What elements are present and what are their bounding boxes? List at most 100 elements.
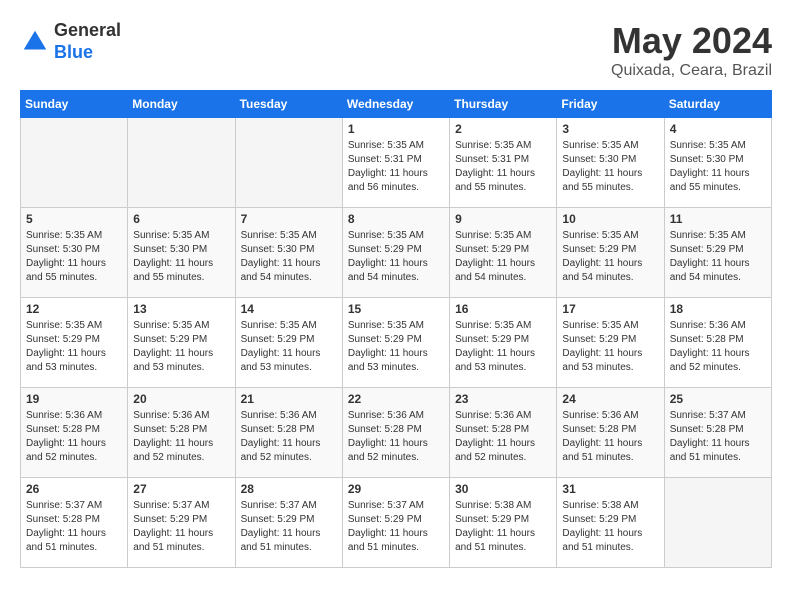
day-number: 18 — [670, 302, 766, 316]
calendar-cell: 10 Sunrise: 5:35 AMSunset: 5:29 PMDayligh… — [557, 208, 664, 298]
calendar: SundayMondayTuesdayWednesdayThursdayFrid… — [20, 90, 772, 568]
calendar-cell: 30 Sunrise: 5:38 AMSunset: 5:29 PMDayligh… — [450, 478, 557, 568]
day-info: Sunrise: 5:35 AMSunset: 5:29 PMDaylight:… — [455, 229, 551, 285]
header-tuesday: Tuesday — [235, 91, 342, 118]
calendar-cell: 17Sunrise: 5:35 AMSunset: 5:29 PMDayligh… — [557, 298, 664, 388]
calendar-cell: 7 Sunrise: 5:35 AMSunset: 5:30 PMDaylight… — [235, 208, 342, 298]
calendar-cell: 5Sunrise: 5:35 AMSunset: 5:30 PMDaylight… — [21, 208, 128, 298]
day-number: 26 — [26, 482, 122, 496]
day-number: 30 — [455, 482, 551, 496]
calendar-cell: 21 Sunrise: 5:36 AMSunset: 5:28 PMDayligh… — [235, 388, 342, 478]
calendar-cell: 26Sunrise: 5:37 AMSunset: 5:28 PMDayligh… — [21, 478, 128, 568]
day-number: 20 — [133, 392, 229, 406]
calendar-cell: 8 Sunrise: 5:35 AMSunset: 5:29 PMDaylight… — [342, 208, 449, 298]
day-info: Sunrise: 5:35 AMSunset: 5:29 PMDaylight:… — [562, 229, 658, 285]
logo: General Blue — [20, 20, 121, 63]
day-number: 7 — [241, 212, 337, 226]
day-number: 16 — [455, 302, 551, 316]
calendar-week-4: 19 Sunrise: 5:36 AMSunset: 5:28 PMDayligh… — [21, 388, 772, 478]
day-number: 1 — [348, 122, 444, 136]
calendar-week-1: 1 Sunrise: 5:35 AMSunset: 5:31 PMDaylight… — [21, 118, 772, 208]
calendar-cell: 11 Sunrise: 5:35 AMSunset: 5:29 PMDayligh… — [664, 208, 771, 298]
calendar-cell: 16 Sunrise: 5:35 AMSunset: 5:29 PMDayligh… — [450, 298, 557, 388]
day-info: Sunrise: 5:36 AMSunset: 5:28 PMDaylight:… — [455, 409, 551, 465]
calendar-week-3: 12 Sunrise: 5:35 AMSunset: 5:29 PMDayligh… — [21, 298, 772, 388]
calendar-cell: 22 Sunrise: 5:36 AMSunset: 5:28 PMDayligh… — [342, 388, 449, 478]
day-info: Sunrise: 5:35 AMSunset: 5:30 PMDaylight:… — [670, 139, 766, 195]
day-info: Sunrise: 5:35 AMSunset: 5:30 PMDaylight:… — [26, 229, 122, 285]
day-info: Sunrise: 5:36 AMSunset: 5:28 PMDaylight:… — [133, 409, 229, 465]
day-info: Sunrise: 5:35 AMSunset: 5:30 PMDaylight:… — [241, 229, 337, 285]
day-info: Sunrise: 5:38 AMSunset: 5:29 PMDaylight:… — [455, 499, 551, 555]
calendar-cell: 2 Sunrise: 5:35 AMSunset: 5:31 PMDaylight… — [450, 118, 557, 208]
header-friday: Friday — [557, 91, 664, 118]
day-info: Sunrise: 5:35 AMSunset: 5:29 PMDaylight:… — [348, 319, 444, 375]
calendar-week-5: 26Sunrise: 5:37 AMSunset: 5:28 PMDayligh… — [21, 478, 772, 568]
day-info: Sunrise: 5:35 AMSunset: 5:30 PMDaylight:… — [133, 229, 229, 285]
day-info: Sunrise: 5:36 AMSunset: 5:28 PMDaylight:… — [670, 319, 766, 375]
day-number: 11 — [670, 212, 766, 226]
page-header: General Blue May 2024 Quixada, Ceara, Br… — [20, 20, 772, 80]
day-number: 28 — [241, 482, 337, 496]
calendar-cell: 14 Sunrise: 5:35 AMSunset: 5:29 PMDayligh… — [235, 298, 342, 388]
calendar-cell: 20 Sunrise: 5:36 AMSunset: 5:28 PMDayligh… — [128, 388, 235, 478]
day-number: 12 — [26, 302, 122, 316]
calendar-week-2: 5Sunrise: 5:35 AMSunset: 5:30 PMDaylight… — [21, 208, 772, 298]
day-number: 31 — [562, 482, 658, 496]
logo-icon — [20, 27, 50, 57]
day-info: Sunrise: 5:35 AMSunset: 5:29 PMDaylight:… — [455, 319, 551, 375]
day-info: Sunrise: 5:35 AMSunset: 5:31 PMDaylight:… — [348, 139, 444, 195]
logo-blue: Blue — [54, 42, 121, 64]
day-info: Sunrise: 5:36 AMSunset: 5:28 PMDaylight:… — [26, 409, 122, 465]
calendar-cell: 18 Sunrise: 5:36 AMSunset: 5:28 PMDayligh… — [664, 298, 771, 388]
header-saturday: Saturday — [664, 91, 771, 118]
calendar-cell — [664, 478, 771, 568]
day-number: 6 — [133, 212, 229, 226]
day-number: 14 — [241, 302, 337, 316]
calendar-cell: 4Sunrise: 5:35 AMSunset: 5:30 PMDaylight… — [664, 118, 771, 208]
day-number: 10 — [562, 212, 658, 226]
day-number: 13 — [133, 302, 229, 316]
day-number: 27 — [133, 482, 229, 496]
day-info: Sunrise: 5:37 AMSunset: 5:29 PMDaylight:… — [241, 499, 337, 555]
calendar-cell: 9 Sunrise: 5:35 AMSunset: 5:29 PMDaylight… — [450, 208, 557, 298]
day-number: 21 — [241, 392, 337, 406]
calendar-cell: 3 Sunrise: 5:35 AMSunset: 5:30 PMDaylight… — [557, 118, 664, 208]
day-number: 17 — [562, 302, 658, 316]
day-number: 2 — [455, 122, 551, 136]
day-number: 15 — [348, 302, 444, 316]
day-info: Sunrise: 5:35 AMSunset: 5:29 PMDaylight:… — [133, 319, 229, 375]
header-thursday: Thursday — [450, 91, 557, 118]
calendar-cell: 29Sunrise: 5:37 AMSunset: 5:29 PMDayligh… — [342, 478, 449, 568]
day-number: 3 — [562, 122, 658, 136]
day-info: Sunrise: 5:35 AMSunset: 5:29 PMDaylight:… — [241, 319, 337, 375]
day-info: Sunrise: 5:35 AMSunset: 5:29 PMDaylight:… — [348, 229, 444, 285]
day-info: Sunrise: 5:36 AMSunset: 5:28 PMDaylight:… — [241, 409, 337, 465]
calendar-cell: 31 Sunrise: 5:38 AMSunset: 5:29 PMDayligh… — [557, 478, 664, 568]
day-info: Sunrise: 5:38 AMSunset: 5:29 PMDaylight:… — [562, 499, 658, 555]
day-number: 22 — [348, 392, 444, 406]
location: Quixada, Ceara, Brazil — [611, 62, 772, 80]
calendar-cell: 15 Sunrise: 5:35 AMSunset: 5:29 PMDayligh… — [342, 298, 449, 388]
calendar-cell: 1 Sunrise: 5:35 AMSunset: 5:31 PMDaylight… — [342, 118, 449, 208]
calendar-cell: 24Sunrise: 5:36 AMSunset: 5:28 PMDayligh… — [557, 388, 664, 478]
day-info: Sunrise: 5:36 AMSunset: 5:28 PMDaylight:… — [348, 409, 444, 465]
calendar-cell: 13 Sunrise: 5:35 AMSunset: 5:29 PMDayligh… — [128, 298, 235, 388]
month-title: May 2024 — [611, 20, 772, 62]
day-number: 9 — [455, 212, 551, 226]
calendar-cell: 27Sunrise: 5:37 AMSunset: 5:29 PMDayligh… — [128, 478, 235, 568]
logo-general: General — [54, 20, 121, 42]
day-info: Sunrise: 5:35 AMSunset: 5:30 PMDaylight:… — [562, 139, 658, 195]
calendar-cell: 12 Sunrise: 5:35 AMSunset: 5:29 PMDayligh… — [21, 298, 128, 388]
day-info: Sunrise: 5:36 AMSunset: 5:28 PMDaylight:… — [562, 409, 658, 465]
day-info: Sunrise: 5:35 AMSunset: 5:29 PMDaylight:… — [670, 229, 766, 285]
day-info: Sunrise: 5:35 AMSunset: 5:29 PMDaylight:… — [26, 319, 122, 375]
day-number: 19 — [26, 392, 122, 406]
day-number: 25 — [670, 392, 766, 406]
day-number: 8 — [348, 212, 444, 226]
day-number: 23 — [455, 392, 551, 406]
header-monday: Monday — [128, 91, 235, 118]
day-info: Sunrise: 5:35 AMSunset: 5:31 PMDaylight:… — [455, 139, 551, 195]
calendar-cell — [21, 118, 128, 208]
day-number: 29 — [348, 482, 444, 496]
